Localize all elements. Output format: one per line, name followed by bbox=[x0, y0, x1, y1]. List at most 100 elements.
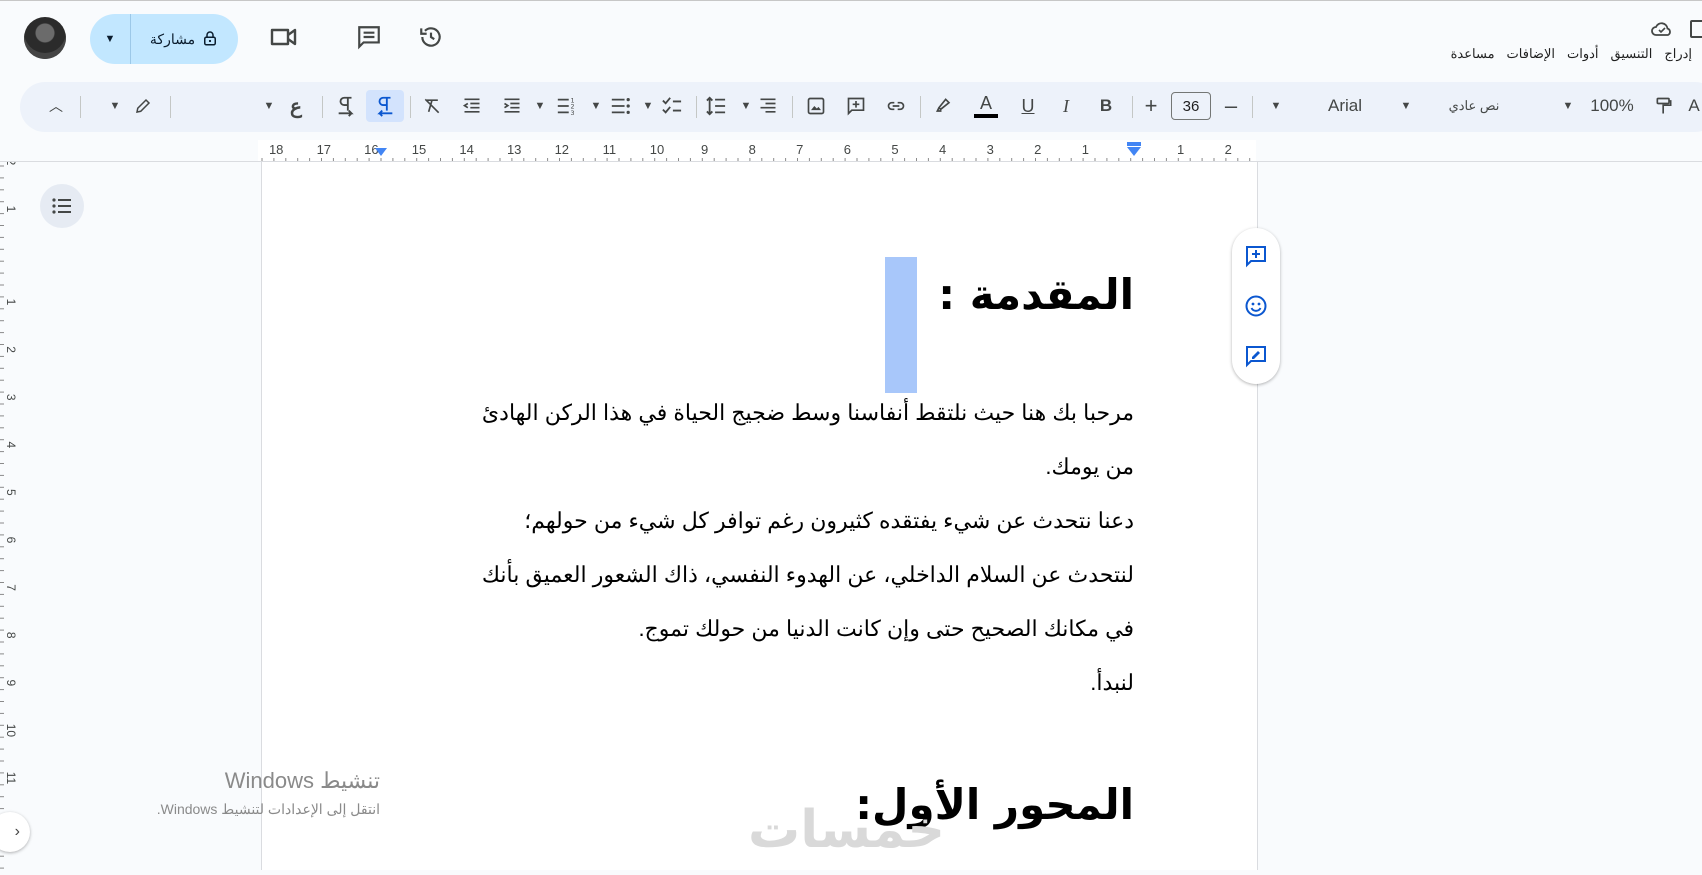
italic-button[interactable]: I bbox=[1050, 90, 1082, 122]
ruler-number: 2 bbox=[1225, 142, 1232, 157]
vertical-ruler-number: 7 bbox=[4, 584, 18, 591]
emoji-icon bbox=[1245, 295, 1267, 317]
paragraph-line: في مكانك الصحيح حتى وإن كانت الدنيا من ح… bbox=[638, 616, 1134, 641]
history-icon bbox=[418, 24, 444, 55]
share-button[interactable]: مشاركة bbox=[131, 29, 238, 50]
insert-image-button[interactable] bbox=[800, 90, 832, 122]
add-emoji-reaction-button[interactable] bbox=[1244, 294, 1268, 318]
font-dropdown[interactable]: ▼ bbox=[1262, 90, 1290, 122]
user-avatar[interactable] bbox=[24, 17, 66, 59]
add-comment-icon bbox=[1246, 246, 1266, 268]
underline-button[interactable]: U bbox=[1012, 90, 1044, 122]
align-right-icon bbox=[758, 96, 778, 116]
line-spacing-button[interactable] bbox=[700, 90, 732, 122]
vertical-ruler-number: 3 bbox=[4, 394, 18, 401]
vertical-ruler-number: 4 bbox=[4, 441, 18, 448]
paint-format-button[interactable] bbox=[1648, 90, 1680, 122]
add-comment-button[interactable] bbox=[840, 90, 872, 122]
cloud-saved-icon[interactable] bbox=[1650, 20, 1674, 43]
rtl-direction-button[interactable] bbox=[366, 90, 404, 122]
decrease-indent-button[interactable] bbox=[456, 90, 488, 122]
add-comment-icon bbox=[846, 96, 866, 116]
ruler-number: 11 bbox=[603, 142, 617, 157]
editing-mode-button[interactable] bbox=[128, 90, 158, 122]
menu-tools[interactable]: أدوات bbox=[1561, 46, 1605, 62]
menu-help[interactable]: مساعدة bbox=[1445, 46, 1501, 62]
align-right-button[interactable] bbox=[752, 90, 784, 122]
ruler-number: 5 bbox=[891, 142, 898, 157]
increase-font-size-button[interactable]: + bbox=[1136, 90, 1166, 122]
clear-formatting-button[interactable] bbox=[416, 90, 448, 122]
toolbar-divider bbox=[170, 96, 171, 118]
collapse-toolbar-button[interactable]: ︿ bbox=[40, 90, 72, 122]
ruler-number: 3 bbox=[987, 142, 994, 157]
menu-format[interactable]: التنسيق bbox=[1605, 46, 1659, 62]
ltr-paragraph-icon bbox=[335, 95, 357, 117]
numbered-list-button[interactable]: 123 bbox=[550, 90, 582, 122]
paragraph-style-select[interactable]: نص عادي bbox=[1424, 90, 1524, 122]
bulleted-list-dropdown[interactable]: ▼ bbox=[586, 90, 606, 122]
ruler-ticks: 21123456789101112131415161718 bbox=[261, 142, 1251, 162]
zoom-dropdown[interactable]: ▼ bbox=[1554, 90, 1582, 122]
vertical-ruler[interactable]: 2 1 1 2 3 4 5 6 7 8 9 10 11 bbox=[0, 159, 22, 870]
spellcheck-button[interactable]: A bbox=[1686, 90, 1702, 122]
add-comment-side-button[interactable] bbox=[1244, 244, 1268, 268]
heading-introduction[interactable]: المقدمة : bbox=[938, 270, 1134, 319]
chevron-right-icon: › bbox=[14, 823, 20, 840]
comments-button[interactable] bbox=[349, 19, 389, 59]
share-dropdown-button[interactable]: ▼ bbox=[90, 14, 131, 64]
vertical-ruler-number: 1 bbox=[4, 299, 18, 306]
input-tools-dropdown[interactable]: ▼ bbox=[258, 90, 280, 122]
mode-dropdown[interactable]: ▼ bbox=[100, 90, 130, 122]
insert-link-button[interactable] bbox=[880, 90, 912, 122]
vertical-ruler-number: 11 bbox=[4, 772, 18, 785]
move-icon[interactable] bbox=[1690, 20, 1702, 38]
checklist-button[interactable] bbox=[656, 90, 688, 122]
decrease-font-size-button[interactable]: – bbox=[1216, 90, 1246, 122]
ruler-number: 4 bbox=[939, 142, 946, 157]
menu-addons[interactable]: الإضافات bbox=[1501, 46, 1561, 62]
vertical-ruler-ticks: 211234567891011 bbox=[0, 159, 18, 869]
right-indent-marker[interactable] bbox=[375, 148, 387, 156]
bold-button[interactable]: B bbox=[1090, 90, 1122, 122]
first-line-indent-marker[interactable] bbox=[1127, 142, 1141, 146]
text-color-button[interactable]: A bbox=[970, 90, 1002, 122]
arabic-input-icon: ع bbox=[290, 95, 302, 118]
font-size-field[interactable]: 36 bbox=[1170, 90, 1212, 122]
chevron-down-icon: ▼ bbox=[109, 100, 121, 112]
input-tools-button[interactable]: ع bbox=[280, 90, 312, 122]
bulleted-list-icon bbox=[609, 96, 631, 116]
toolbar-divider bbox=[322, 96, 323, 118]
paragraph-line: لنتحدث عن السلام الداخلي، عن الهدوء النف… bbox=[481, 562, 1134, 587]
toolbar-divider bbox=[920, 96, 921, 118]
document-outline-button[interactable] bbox=[40, 184, 84, 228]
share-button-group[interactable]: ▼ مشاركة bbox=[90, 14, 238, 64]
meet-button[interactable] bbox=[264, 19, 304, 59]
menu-insert[interactable]: إدراج bbox=[1658, 46, 1698, 62]
left-indent-marker[interactable] bbox=[1127, 147, 1141, 156]
suggest-edits-button[interactable] bbox=[1244, 344, 1268, 368]
chevron-down-icon: ▼ bbox=[1562, 100, 1574, 112]
body-text[interactable]: مرحبا بك هنا حيث نلتقط أنفاسنا وسط ضجيج … bbox=[374, 386, 1134, 710]
menu-bar: إدراج التنسيق أدوات الإضافات مساعدة bbox=[1445, 46, 1698, 62]
highlight-color-button[interactable] bbox=[928, 90, 960, 122]
highlighter-icon bbox=[934, 96, 954, 116]
text-color-icon: A bbox=[979, 93, 992, 113]
underline-icon: U bbox=[1021, 95, 1035, 116]
horizontal-ruler[interactable]: 2 1 1 2 3 4 5 6 7 8 9 10 11 12 13 14 15 16 17 18 bbox=[0, 140, 1702, 162]
rtl-paragraph-icon bbox=[374, 95, 396, 117]
vertical-ruler-number: 8 bbox=[4, 632, 18, 639]
ltr-direction-button[interactable] bbox=[328, 90, 364, 122]
checklist-icon bbox=[661, 96, 683, 116]
checklist-dropdown[interactable]: ▼ bbox=[638, 90, 658, 122]
bulleted-list-button[interactable] bbox=[604, 90, 636, 122]
style-dropdown[interactable]: ▼ bbox=[1392, 90, 1420, 122]
numbered-list-dropdown[interactable]: ▼ bbox=[530, 90, 550, 122]
font-family-select[interactable]: Arial bbox=[1300, 90, 1390, 122]
version-history-button[interactable] bbox=[411, 19, 451, 59]
zoom-select[interactable]: 100% bbox=[1582, 90, 1642, 122]
ruler-number: 6 bbox=[844, 142, 851, 157]
increase-indent-button[interactable] bbox=[496, 90, 528, 122]
side-action-pill bbox=[1232, 228, 1280, 384]
side-panel-toggle[interactable]: › bbox=[0, 812, 30, 852]
